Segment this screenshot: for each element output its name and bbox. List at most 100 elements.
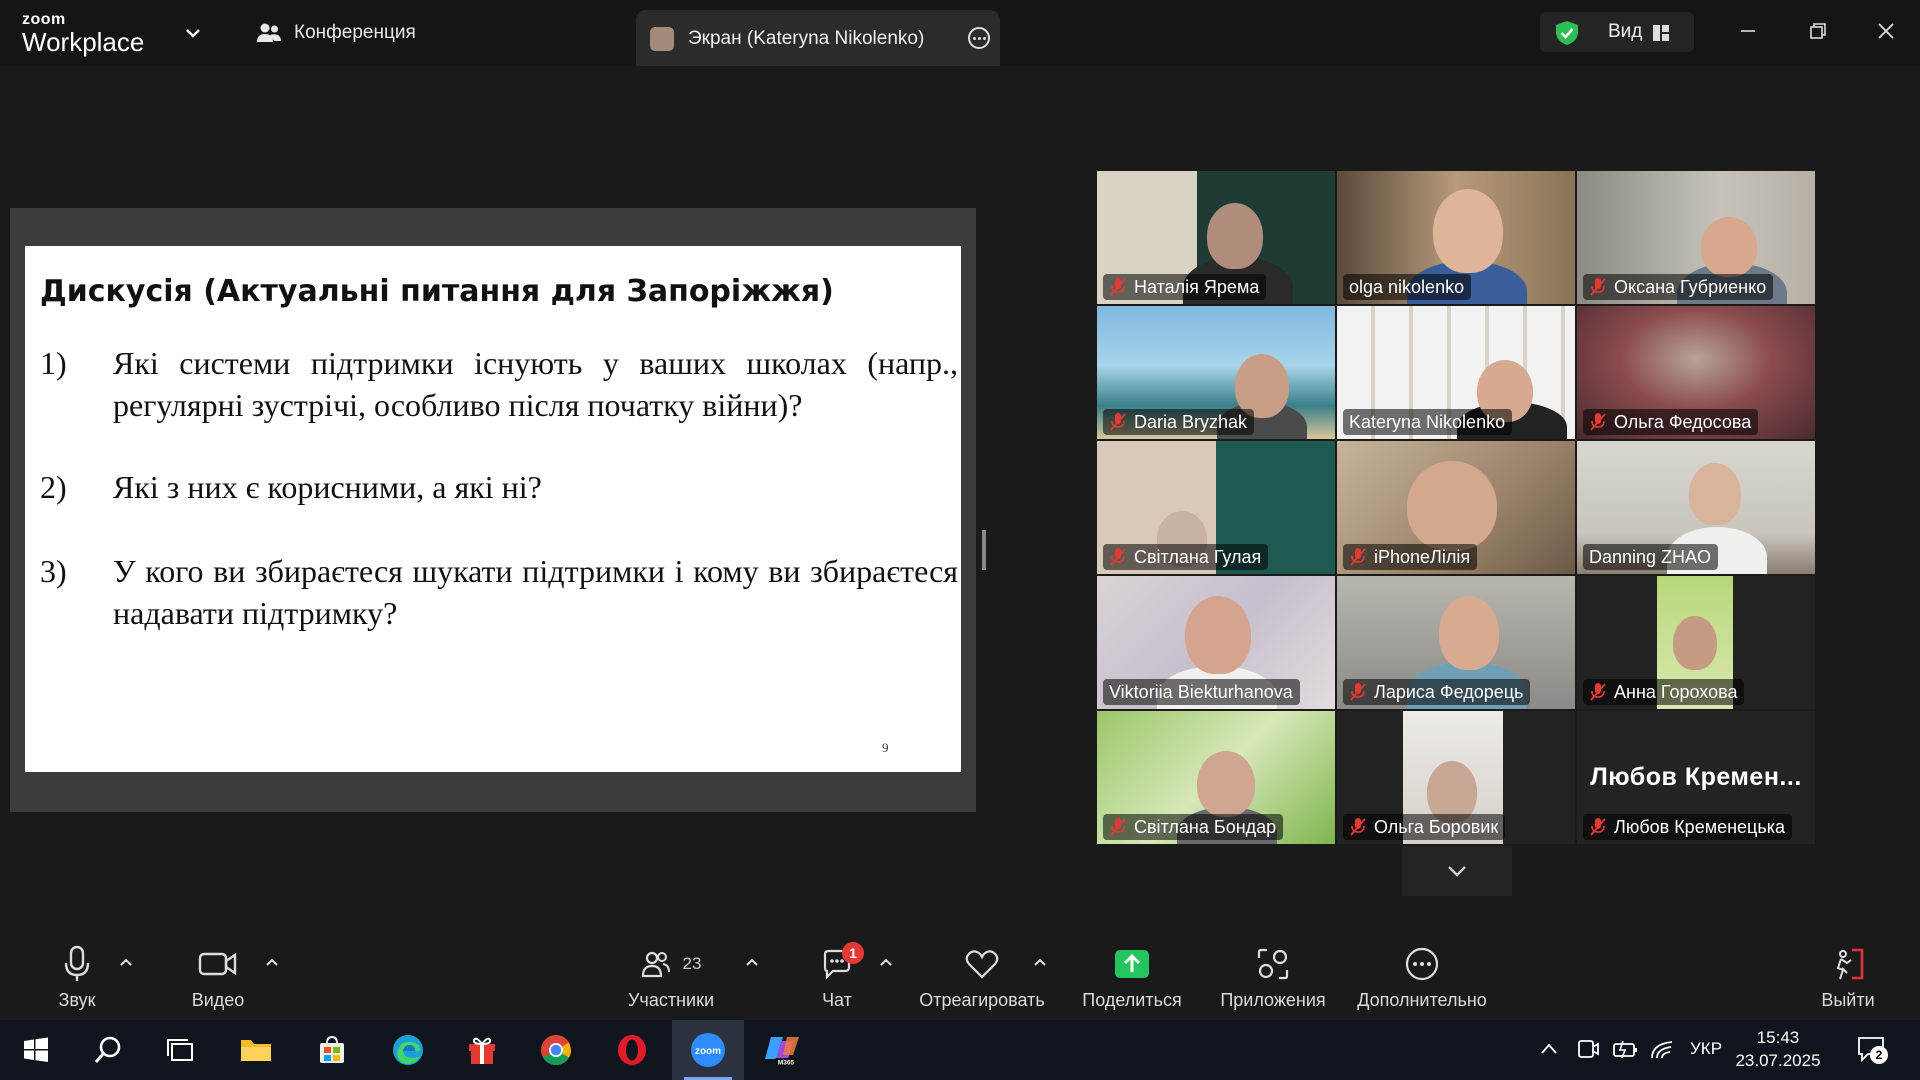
participant-tile[interactable]: Світлана Гулая <box>1097 441 1335 574</box>
participant-name: Світлана Бондар <box>1134 816 1277 837</box>
restore-button[interactable] <box>1798 14 1838 48</box>
participant-tile[interactable]: Kateryna Nikolenko <box>1337 306 1575 439</box>
participant-tile-video-off[interactable]: Любов Кремен... Любов Кременецька <box>1577 711 1815 844</box>
gallery-next-page-button[interactable] <box>1402 846 1512 896</box>
opera-button[interactable] <box>612 1030 652 1070</box>
participant-tile[interactable]: Світлана Бондар <box>1097 711 1335 844</box>
chevron-up-icon[interactable] <box>1540 1042 1558 1056</box>
windows-start-button[interactable] <box>16 1030 56 1070</box>
participant-name: Danning ZHAO <box>1589 546 1712 567</box>
resize-handle[interactable] <box>982 530 986 570</box>
restore-icon <box>1810 23 1826 39</box>
participant-tile[interactable]: olga nikolenko <box>1337 171 1575 304</box>
tab-screen-share[interactable]: Экран (Kateryna Nikolenko) <box>636 10 1000 68</box>
mic-muted-icon <box>1590 818 1606 836</box>
tab-screen-share-label: Экран (Kateryna Nikolenko) <box>688 28 925 49</box>
share-label: Поделиться <box>1082 990 1182 1010</box>
mic-muted-icon <box>1590 413 1606 431</box>
keyboard-language[interactable]: УКР <box>1690 1039 1722 1059</box>
participant-name-tag: Viktoriia Biekturhanova <box>1103 679 1300 705</box>
people-icon <box>257 23 281 42</box>
participant-tile[interactable]: Наталія Ярема <box>1097 171 1335 304</box>
participants-button[interactable]: 23 Участники <box>626 944 716 1011</box>
chevron-up-icon[interactable] <box>878 956 894 968</box>
mic-muted-icon <box>1350 683 1366 701</box>
participant-tile-active-speaker[interactable]: Viktoriia Biekturhanova <box>1097 576 1335 709</box>
meet-now-icon[interactable] <box>1576 1038 1600 1060</box>
react-button[interactable]: Отреагировать <box>914 944 1050 1011</box>
minimize-button[interactable] <box>1728 14 1768 48</box>
zoom-logo-workplace: Workplace <box>22 27 145 57</box>
participant-name: Ольга Боровик <box>1374 816 1499 837</box>
share-screen-icon <box>1115 950 1149 978</box>
participant-name-tag: Ольга Федосова <box>1583 409 1759 435</box>
m365-copilot-button[interactable]: M365 <box>762 1030 802 1070</box>
audio-button[interactable]: Звук <box>52 944 102 1011</box>
mic-muted-icon <box>1590 278 1606 296</box>
m365-icon: M365 <box>765 1037 799 1067</box>
minimize-icon <box>1741 30 1755 32</box>
participant-name-tag: Любов Кременецька <box>1583 814 1793 840</box>
share-screen-button[interactable]: Поделиться <box>1080 944 1184 1011</box>
mic-muted-icon <box>1350 548 1366 566</box>
notification-count-badge: 2 <box>1870 1046 1888 1064</box>
folder-icon <box>241 1040 271 1061</box>
video-button[interactable]: Видео <box>188 944 248 1011</box>
chevron-up-icon[interactable] <box>118 956 134 968</box>
chevron-down-icon[interactable] <box>182 22 204 44</box>
microsoft-store-button[interactable] <box>312 1030 352 1070</box>
slide-title: Дискусія (Актуальні питання для Запоріжж… <box>40 274 834 309</box>
search-button[interactable] <box>88 1030 128 1070</box>
title-bar: zoom Workplace Конференция Экран (Katery… <box>0 0 1920 68</box>
view-label: Вид <box>1608 21 1643 42</box>
chevron-up-icon[interactable] <box>744 956 760 968</box>
participant-tile[interactable]: Daria Bryzhak <box>1097 306 1335 439</box>
question-number: 1) <box>40 345 67 381</box>
tab-conference[interactable]: Конференция <box>256 18 416 48</box>
gift-icon <box>469 1037 495 1064</box>
close-icon <box>1878 23 1894 39</box>
participant-name-tag: Danning ZHAO <box>1583 544 1719 570</box>
participant-name: Лариса Федорець <box>1374 681 1524 702</box>
participant-tile[interactable]: Оксана Губриенко <box>1577 171 1815 304</box>
chevron-up-icon[interactable] <box>1032 956 1048 968</box>
participant-name-tag: Наталія Ярема <box>1103 274 1267 300</box>
participant-name: Наталія Ярема <box>1134 276 1260 297</box>
participant-name-tag: Анна Горохова <box>1583 679 1745 705</box>
task-view-button[interactable] <box>160 1030 200 1070</box>
slide-page-number: 9 <box>882 740 889 755</box>
wifi-icon[interactable] <box>1650 1038 1676 1060</box>
chat-unread-badge: 1 <box>842 942 864 964</box>
audio-label: Звук <box>58 990 96 1010</box>
participants-label: Участники <box>628 990 714 1010</box>
edge-browser-button[interactable] <box>388 1030 428 1070</box>
system-clock[interactable]: 15:43 23.07.2025 <box>1728 1026 1828 1072</box>
microphone-icon <box>64 945 90 981</box>
zoom-app-button[interactable]: zoom <box>688 1030 728 1070</box>
participant-name: Daria Bryzhak <box>1134 411 1248 432</box>
notifications-button[interactable]: 2 <box>1856 1034 1888 1069</box>
participant-tile[interactable]: iPhoneЛілія <box>1337 441 1575 574</box>
participant-tile[interactable]: Анна Горохова <box>1577 576 1815 709</box>
leave-button[interactable]: Выйти <box>1820 944 1876 1011</box>
participant-tile[interactable]: Лариса Федорець <box>1337 576 1575 709</box>
participant-name: Любов Кременецька <box>1614 816 1786 837</box>
more-button[interactable]: Дополнительно <box>1352 944 1492 1011</box>
file-explorer-button[interactable] <box>236 1030 276 1070</box>
question-text: У кого ви збираєтеся шукати підтримки і … <box>113 553 958 631</box>
more-options-icon[interactable] <box>968 27 990 49</box>
chrome-button[interactable] <box>536 1030 576 1070</box>
close-button[interactable] <box>1866 14 1906 48</box>
mic-muted-icon <box>1110 548 1126 566</box>
task-view-icon <box>167 1039 193 1061</box>
participant-tile[interactable]: Ольга Боровик <box>1337 711 1575 844</box>
apps-button[interactable]: Приложения <box>1218 944 1328 1011</box>
battery-icon[interactable] <box>1612 1038 1640 1060</box>
participant-name: Kateryna Nikolenko <box>1349 411 1506 432</box>
chevron-up-icon[interactable] <box>264 956 280 968</box>
participant-tile[interactable]: Ольга Федосова <box>1577 306 1815 439</box>
view-button[interactable]: Вид <box>1540 12 1694 52</box>
gift-app-button[interactable] <box>462 1030 502 1070</box>
participant-tile[interactable]: Danning ZHAO <box>1577 441 1815 574</box>
participant-name-tag: Ольга Боровик <box>1343 814 1506 840</box>
